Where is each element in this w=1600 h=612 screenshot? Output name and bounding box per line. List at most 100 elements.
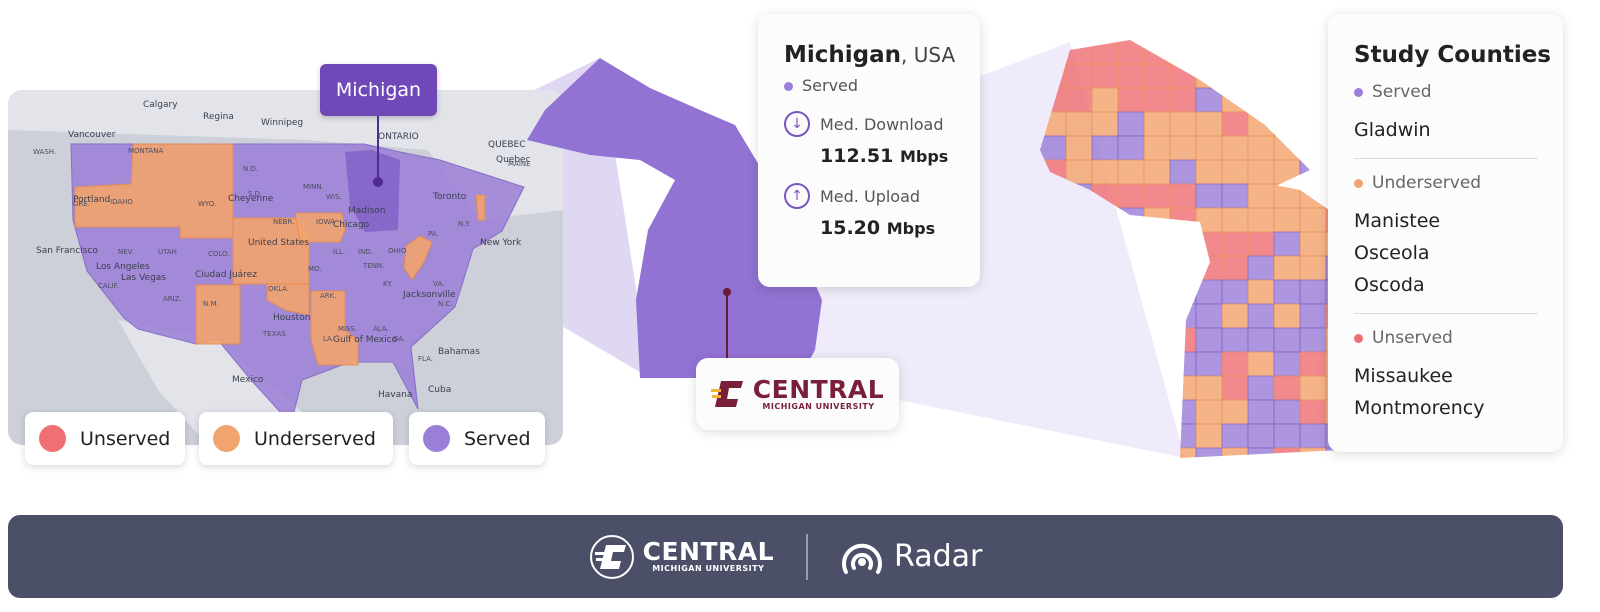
county-cell <box>1273 255 1301 281</box>
county-cell <box>1299 207 1327 233</box>
county-cell <box>1040 40 1067 65</box>
county-cell <box>1091 87 1119 113</box>
county-cell <box>1169 375 1197 401</box>
county-cell <box>1091 447 1119 458</box>
county-cell <box>1299 327 1327 353</box>
county-cell <box>1117 183 1145 209</box>
county-cell <box>1143 207 1171 233</box>
county-cell <box>1091 40 1119 65</box>
county-cell <box>1247 303 1275 329</box>
county-cell <box>1040 183 1067 209</box>
county-cell <box>1299 111 1327 137</box>
county-cell <box>1040 351 1067 377</box>
county-cell <box>1299 375 1327 401</box>
county-cell <box>1273 327 1301 353</box>
county-cell <box>1247 183 1275 209</box>
county-cell <box>1195 351 1223 377</box>
county-gladwin: Gladwin <box>1354 119 1431 141</box>
county-cell <box>1221 327 1249 353</box>
county-cell <box>1247 63 1275 89</box>
county-cell <box>1169 423 1197 449</box>
study-title: Study Counties <box>1354 42 1551 68</box>
county-cell <box>1299 279 1327 305</box>
county-cell <box>1195 183 1223 209</box>
county-cell <box>1169 183 1197 209</box>
county-cell <box>1091 231 1119 257</box>
county-cell <box>1091 183 1119 209</box>
county-cell <box>1299 183 1327 209</box>
county-cell <box>1195 303 1223 329</box>
county-cell <box>1273 231 1301 257</box>
county-cell <box>1065 183 1093 209</box>
county-cell <box>1169 63 1197 89</box>
county-cell <box>1065 279 1093 305</box>
county-cell <box>1273 63 1301 89</box>
county-cell <box>1040 399 1067 425</box>
county-cell <box>1169 303 1197 329</box>
county-cell <box>1065 447 1093 458</box>
county-cell <box>1065 327 1093 353</box>
county-cell <box>1143 183 1171 209</box>
county-cell <box>1195 159 1223 185</box>
county-cell <box>1091 159 1119 185</box>
county-cell <box>1117 111 1145 137</box>
county-cell <box>1169 447 1197 458</box>
county-cell <box>1169 111 1197 137</box>
county-cell <box>1221 159 1249 185</box>
county-cell <box>1169 279 1197 305</box>
county-cell <box>1117 159 1145 185</box>
footer-bar: CENTRAL MICHIGAN UNIVERSITY Radar <box>8 515 1563 598</box>
county-cell <box>1221 87 1249 113</box>
county-cell <box>1273 423 1301 449</box>
county-cell <box>1247 423 1275 449</box>
county-cell <box>1221 207 1249 233</box>
county-cell <box>1143 303 1171 329</box>
group-unserved: Unserved Missaukee Montmorency <box>1354 328 1563 424</box>
county-cell <box>1143 447 1171 458</box>
group-label: Unserved <box>1372 328 1453 348</box>
county-cell <box>1221 63 1249 89</box>
county-cell <box>1143 279 1171 305</box>
county-cell <box>1247 40 1275 65</box>
divider <box>1354 158 1538 159</box>
county-cell <box>1195 327 1223 353</box>
county-cell <box>1221 399 1249 425</box>
county-cell <box>1065 375 1093 401</box>
county-cell <box>1040 375 1067 401</box>
county-cell <box>1117 135 1145 161</box>
county-cell <box>1065 159 1093 185</box>
county-cell <box>1247 207 1275 233</box>
county-cell <box>1169 399 1197 425</box>
county-cell <box>1195 63 1223 89</box>
county-cell <box>1143 159 1171 185</box>
group-underserved: Underserved Manistee Osceola Oscoda <box>1354 173 1563 301</box>
county-cell <box>1117 327 1145 353</box>
county-cell <box>1091 63 1119 89</box>
study-counties-card: Study Counties Served Gladwin Underserve… <box>1328 14 1563 452</box>
county-cell <box>1117 87 1145 113</box>
county-missaukee: Missaukee <box>1354 365 1453 387</box>
county-cell <box>1273 159 1301 185</box>
county-cell <box>1247 399 1275 425</box>
county-cell <box>1273 303 1301 329</box>
county-montmorency: Montmorency <box>1354 397 1485 419</box>
county-cell <box>1143 231 1171 257</box>
county-cell <box>1247 255 1275 281</box>
county-cell <box>1247 159 1275 185</box>
county-cell <box>1195 447 1223 458</box>
county-cell <box>1247 375 1275 401</box>
county-oscoda: Oscoda <box>1354 274 1425 296</box>
footer-divider <box>806 533 809 580</box>
county-cell <box>1169 351 1197 377</box>
county-cell <box>1247 447 1275 458</box>
county-cell <box>1040 231 1067 257</box>
county-cell <box>1117 399 1145 425</box>
county-cell <box>1065 207 1093 233</box>
county-cell <box>1040 303 1067 329</box>
county-cell <box>1221 231 1249 257</box>
county-cell <box>1091 279 1119 305</box>
county-cell <box>1040 423 1067 449</box>
county-cell <box>1195 255 1223 281</box>
county-cell <box>1221 40 1249 65</box>
county-cell <box>1195 135 1223 161</box>
